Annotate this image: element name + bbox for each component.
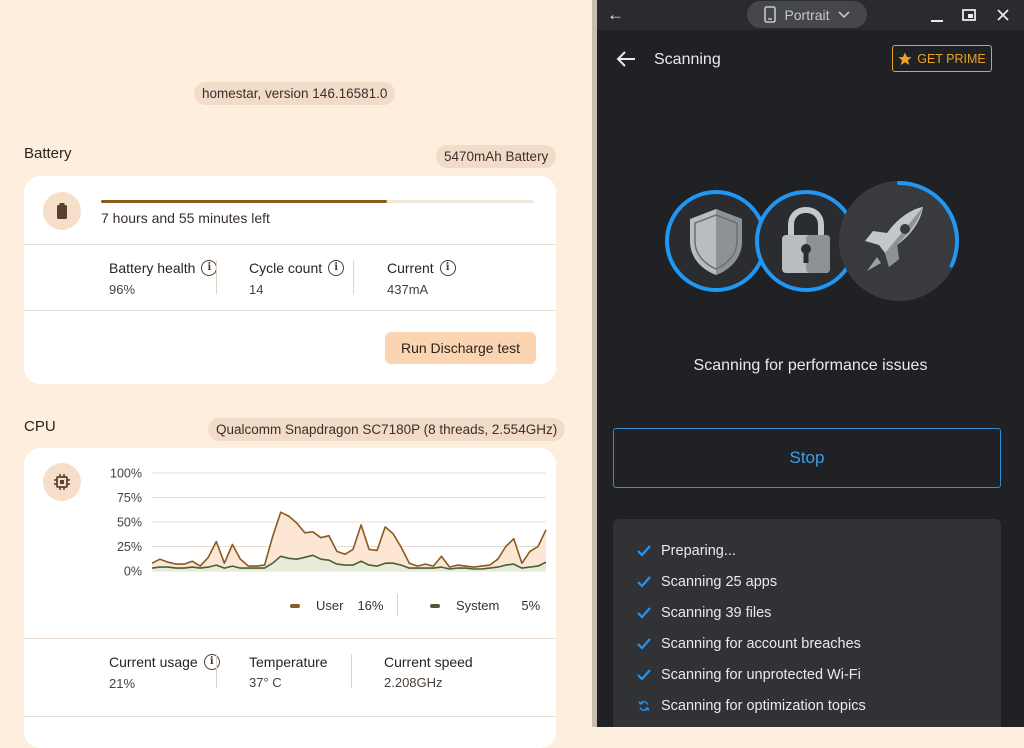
rocket-icon [839,181,960,301]
battery-icon [43,192,81,230]
battery-time-left: 7 hours and 55 minutes left [101,210,270,226]
scan-step-label: Scanning 25 apps [661,574,778,590]
cpu-model-chip: Qualcomm Snapdragon SC7180P (8 threads, … [208,418,566,441]
check-icon [637,607,651,619]
legend-user-swatch [290,603,300,608]
battery-charge-track [101,200,534,203]
battery-health-text: Battery health [109,260,196,276]
scan-step-preparing: Preparing... [637,543,736,559]
scan-step-label: Scanning for unprotected Wi-Fi [661,667,861,683]
check-icon [637,576,651,588]
current-label: Current i [387,260,456,276]
divider [216,260,217,294]
phone-icon [764,6,777,23]
sync-icon [638,701,650,711]
series-area-user [152,512,546,571]
get-prime-button[interactable]: GET PRIME [892,45,992,72]
info-icon[interactable]: i [203,654,220,670]
stop-button[interactable]: Stop [613,428,1001,488]
temperature-label: Temperature [249,654,328,670]
current-speed-text: Current speed [384,654,473,670]
current-speed-label: Current speed [384,654,473,670]
scan-app-window: ← Portrait Scanning GET PRIME Scanning f… [597,0,1024,727]
portrait-toggle[interactable]: Portrait [747,1,867,28]
cpu-usage-chart: 100% 75% 50% 25% 0% [110,467,547,579]
back-arrow-icon[interactable] [616,50,636,68]
current-value: 437mA [387,282,429,297]
divider [353,260,354,294]
legend-system-value: 5% [521,598,541,613]
scan-status-text: Scanning for performance issues [693,357,928,374]
divider [24,244,556,245]
divider [24,638,556,639]
temperature-value: 37° C [249,675,282,690]
get-prime-label: GET PRIME [917,51,986,66]
check-icon [637,669,651,681]
legend-system: System 5% [430,598,540,613]
scan-step-wifi: Scanning for unprotected Wi-Fi [637,667,861,683]
scan-progress-graphic [665,181,960,301]
scan-step-label: Scanning 39 files [661,605,772,621]
y-tick-label: 50% [117,516,142,530]
current-text: Current [387,260,434,276]
scan-step-breaches: Scanning for account breaches [637,636,861,652]
cycle-count-value: 14 [249,282,264,297]
current-usage-label: Current usage i [109,654,220,670]
star-icon [898,52,912,65]
legend-system-swatch [430,603,440,608]
cycle-count-text: Cycle count [249,260,323,276]
close-icon[interactable] [996,8,1010,22]
y-tick-label: 100% [110,467,142,481]
legend-user-value: 16% [357,598,384,613]
version-chip: homestar, version 146.16581.0 [194,82,396,105]
shield-icon [665,190,767,292]
divider [24,310,556,311]
scan-step-label: Preparing... [661,543,736,559]
scan-step-optimization: Scanning for optimization topics [637,698,866,714]
scan-steps-list: Preparing... Scanning 25 apps Scanning 3… [613,519,1001,727]
check-icon [637,545,651,557]
info-icon[interactable]: i [201,260,218,276]
page-title: Scanning [654,51,721,68]
divider [216,654,217,688]
legend-user-label: User [316,598,344,613]
info-icon[interactable]: i [328,260,345,276]
temperature-text: Temperature [249,654,328,670]
scan-step-files: Scanning 39 files [637,605,771,621]
current-usage-text: Current usage [109,654,198,670]
check-icon [637,638,651,650]
y-tick-label: 75% [117,491,142,505]
y-tick-label: 0% [124,565,142,579]
scan-step-apps: Scanning 25 apps [637,574,777,590]
info-icon[interactable]: i [439,260,456,276]
run-discharge-test-button[interactable]: Run Discharge test [385,332,536,364]
chevron-down-icon [837,10,850,18]
scan-step-label: Scanning for account breaches [661,636,861,652]
restore-icon[interactable] [962,8,976,22]
cpu-card: 100% 75% 50% 25% 0% User 16% System 5% Curre… [24,448,556,748]
minimize-icon[interactable] [930,9,944,23]
legend-user: User 16% [290,598,383,613]
battery-health-label: Battery health i [109,260,218,276]
cycle-count-label: Cycle count i [249,260,345,276]
divider [351,654,352,688]
portrait-label: Portrait [784,6,830,23]
battery-section-title: Battery [24,145,72,162]
scan-step-label: Scanning for optimization topics [661,698,866,714]
diagnostics-pane: homestar, version 146.16581.0 Battery 54… [0,0,592,748]
battery-card: 7 hours and 55 minutes left Battery heal… [24,176,556,384]
cpu-section-title: CPU [24,418,56,435]
window-back-icon[interactable]: ← [607,0,624,30]
battery-capacity-chip: 5470mAh Battery [436,145,557,168]
battery-charge-fill [101,200,387,203]
legend-system-label: System [456,598,500,613]
window-title-bar: ← Portrait [597,0,1024,30]
divider [397,594,398,616]
divider [24,716,556,717]
battery-health-value: 96% [109,282,136,297]
y-tick-label: 25% [117,540,142,554]
current-speed-value: 2.208GHz [384,675,443,690]
current-usage-value: 21% [109,676,136,691]
